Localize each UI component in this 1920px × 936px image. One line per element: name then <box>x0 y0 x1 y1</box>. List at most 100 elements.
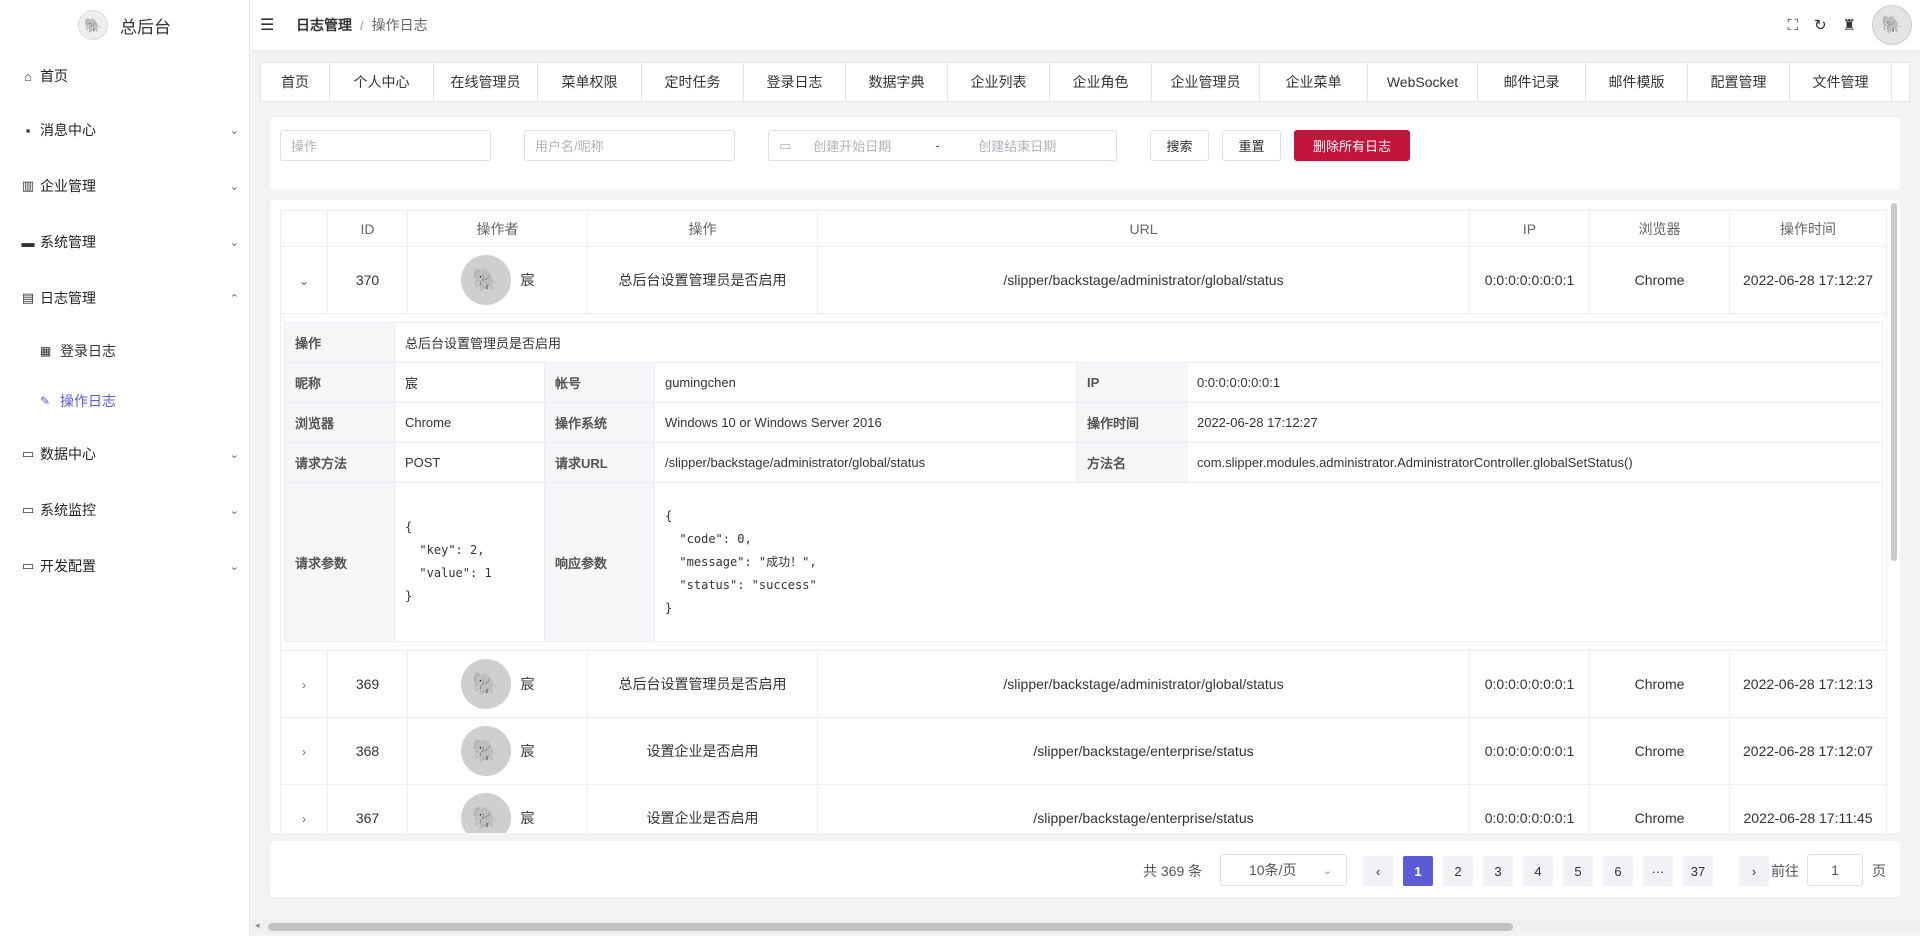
tab-item[interactable]: 文件管理 <box>1790 63 1892 101</box>
refresh-icon[interactable]: ↻ <box>1814 16 1827 34</box>
tab-item[interactable]: 登录日志 <box>744 63 846 101</box>
table-row[interactable]: › 369 🐘 宸总后台设置管理员是否启用/slipper/backstage/adm… <box>280 650 1887 718</box>
page-button[interactable]: 2 <box>1443 856 1473 886</box>
sidebar-item-system[interactable]: ▬ 系统管理 ⌄ <box>0 214 249 270</box>
table-row[interactable]: › 368 🐘 宸设置企业是否启用/slipper/backstage/enterpr… <box>280 717 1887 785</box>
page-button[interactable]: 1 <box>1403 856 1433 886</box>
breadcrumb-current: 操作日志 <box>371 17 428 33</box>
breadcrumb-separator: / <box>360 17 364 33</box>
tab-item[interactable]: 在线管理员 <box>434 63 538 101</box>
user-avatar[interactable]: 🐘 <box>1872 5 1912 45</box>
sidebar-item-monitoring[interactable]: ▭ 系统监控 ⌄ <box>0 482 249 538</box>
cell-ip: 0:0:0:0:0:0:0:1 <box>1469 246 1590 314</box>
cell-time: 2022-06-28 17:12:27 <box>1729 246 1887 314</box>
reset-button[interactable]: 重置 <box>1222 130 1281 161</box>
cell-operator: 🐘 宸 <box>407 650 588 718</box>
tab-item[interactable]: 菜单权限 <box>538 63 642 101</box>
sidebar-item-label: 消息中心 <box>40 122 96 138</box>
date-separator: - <box>935 138 940 153</box>
user-input[interactable]: 用户名/昵称 <box>524 130 735 161</box>
cell-browser: Chrome <box>1589 717 1730 785</box>
chevron-down-icon: ⌄ <box>229 448 239 461</box>
log-table: ID 操作者 操作 URL IP 浏览器 操作时间 ⌄ 370 🐘 宸 总后台设置… <box>280 210 1887 833</box>
sidebar: 🐘 总后台 ⌂ 首页 ▪ 消息中心 ⌄ ▥ 企业管理 ⌄ ▬ 系统管理 ⌄ ▤ … <box>0 0 250 936</box>
sidebar-item-enterprise[interactable]: ▥ 企业管理 ⌄ <box>0 158 249 214</box>
page-button[interactable]: 5 <box>1563 856 1593 886</box>
page-size-select[interactable]: 10条/页 ⌄ <box>1220 854 1347 886</box>
tab-item[interactable]: 邮件模版 <box>1586 63 1688 101</box>
detail-value-method: POST <box>393 442 545 483</box>
operation-input[interactable]: 操作 <box>280 130 491 161</box>
expand-toggle[interactable]: ⌄ <box>280 246 328 314</box>
detail-value-function: com.slipper.modules.administrator.Admini… <box>1185 442 1884 483</box>
date-range-picker[interactable]: ▭ 创建开始日期 - 创建结束日期 <box>768 130 1117 161</box>
delete-all-logs-button[interactable]: 删除所有日志 <box>1294 130 1410 161</box>
app-logo[interactable]: 🐘 总后台 <box>0 0 249 50</box>
clean-icon[interactable]: ♜ <box>1843 16 1856 34</box>
goto-page-input[interactable]: 1 <box>1807 854 1863 886</box>
expand-toggle[interactable]: › <box>280 717 328 785</box>
sidebar-subitem-label: 登录日志 <box>60 343 116 359</box>
tab-item[interactable]: 配置管理 <box>1688 63 1790 101</box>
menu-fold-icon[interactable]: ☰ <box>260 15 276 35</box>
cell-browser: Chrome <box>1589 650 1730 718</box>
cell-ip: 0:0:0:0:0:0:0:1 <box>1469 650 1590 718</box>
tab-item[interactable]: 个人中心 <box>330 63 434 101</box>
table-row[interactable]: › 367 🐘 宸设置企业是否启用/slipper/backstage/enterpr… <box>280 784 1887 833</box>
detail-value-response: { "code": 0, "message": "成功！", "status":… <box>653 482 1884 642</box>
cell-time: 2022-06-28 17:12:13 <box>1729 650 1887 718</box>
expanded-detail-row: 操作 总后台设置管理员是否启用 昵称 宸 帐号 gumingchen IP 0:… <box>280 313 1887 651</box>
sidebar-subitem-label: 操作日志 <box>60 393 116 409</box>
cell-operation: 设置企业是否启用 <box>587 717 818 785</box>
cell-id: 367 <box>327 784 408 833</box>
scroll-left-arrow-icon[interactable]: ◂ <box>255 920 260 931</box>
vertical-scrollbar[interactable] <box>1891 203 1897 561</box>
fullscreen-icon[interactable]: ⛶ <box>1787 17 1798 34</box>
tab-item[interactable]: WebSocket <box>1368 63 1478 101</box>
sidebar-item-logs[interactable]: ▤ 日志管理 ⌃ <box>0 270 249 326</box>
search-button[interactable]: 搜索 <box>1150 130 1209 161</box>
tab-item[interactable]: 定时任务 <box>642 63 744 101</box>
prev-page-button[interactable]: ‹ <box>1363 856 1393 886</box>
page-button[interactable]: 6 <box>1603 856 1633 886</box>
expand-toggle[interactable]: › <box>280 784 328 833</box>
tab-item[interactable]: 数据字典 <box>846 63 948 101</box>
tab-item[interactable]: 邮件记录 <box>1478 63 1586 101</box>
tab-item[interactable]: 企业列表 <box>948 63 1050 101</box>
sidebar-item-messages[interactable]: ▪ 消息中心 ⌄ <box>0 102 249 158</box>
response-json: { "code": 0, "message": "成功！", "status":… <box>664 508 817 615</box>
tab-item[interactable]: 企业角色 <box>1050 63 1152 101</box>
column-header: IP <box>1469 210 1590 247</box>
filter-bar: 操作 用户名/昵称 ▭ 创建开始日期 - 创建结束日期 搜索 重置 删除所有日志 <box>270 117 1900 190</box>
tab-item[interactable]: 企业管理员 <box>1152 63 1260 101</box>
sidebar-item-dev-config[interactable]: ▭ 开发配置 ⌄ <box>0 538 249 594</box>
avatar: 🐘 <box>460 726 511 776</box>
sidebar-item-home[interactable]: ⌂ 首页 <box>0 50 249 102</box>
expand-toggle[interactable]: › <box>280 650 328 718</box>
page-button[interactable]: 3 <box>1483 856 1513 886</box>
next-page-button[interactable]: › <box>1739 856 1769 886</box>
table-row[interactable]: ⌄ 370 🐘 宸 总后台设置管理员是否启用 /slipper/backstage… <box>280 246 1887 314</box>
sidebar-item-label: 系统监控 <box>40 502 96 518</box>
chevron-down-icon: ⌄ <box>298 274 310 288</box>
horizontal-scrollbar[interactable]: ◂ <box>252 920 1920 934</box>
cell-id: 368 <box>327 717 408 785</box>
page-ellipsis[interactable]: ··· <box>1643 856 1673 886</box>
tab-item[interactable]: 首页 <box>261 63 330 101</box>
tab-item[interactable]: 企业菜单 <box>1260 63 1368 101</box>
horizontal-scroll-thumb[interactable] <box>268 923 1513 931</box>
detail-label-browser: 浏览器 <box>283 402 395 443</box>
detail-label-function: 方法名 <box>1075 442 1187 483</box>
cell-operation: 设置企业是否启用 <box>587 784 818 833</box>
start-date-placeholder: 创建开始日期 <box>813 139 892 154</box>
breadcrumb-item[interactable]: 日志管理 <box>296 15 352 35</box>
cell-operator: 🐘 宸 <box>407 784 588 833</box>
monitor-icon: ▭ <box>21 558 35 573</box>
pagination: 共 369 条 10条/页 ⌄ ‹ 1 2 3 4 5 6 ··· 37 › 前往 1 页 <box>270 841 1900 897</box>
sidebar-subitem-operation-log[interactable]: ✎ 操作日志 <box>0 376 249 426</box>
page-button[interactable]: 37 <box>1683 856 1713 886</box>
header-actions: ⛶ ↻ ♜ 🐘 <box>1787 0 1912 50</box>
sidebar-subitem-login-log[interactable]: ▦ 登录日志 <box>0 326 249 376</box>
page-button[interactable]: 4 <box>1523 856 1553 886</box>
sidebar-item-data[interactable]: ▭ 数据中心 ⌄ <box>0 426 249 482</box>
